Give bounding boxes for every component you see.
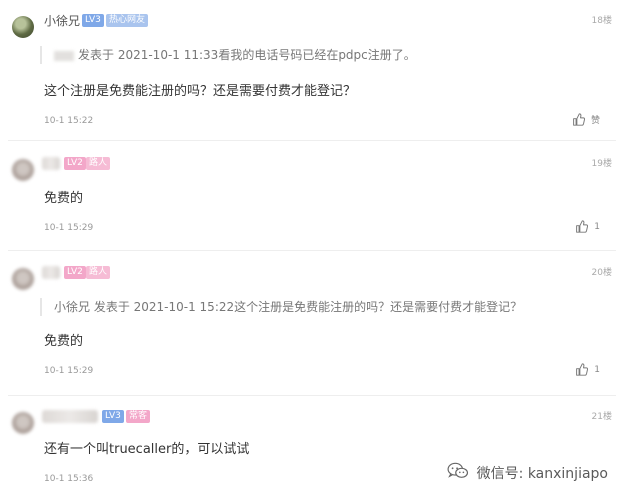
divider (8, 140, 616, 141)
user-tag-badge: 路人 (86, 157, 111, 170)
quote-block: 发表于 2021-10-1 11:33看我的电话号码已经在pdpc注册了。 (40, 46, 416, 64)
user-avatar[interactable] (12, 16, 34, 38)
floor-number: 19楼 (591, 159, 612, 169)
blurred-username (42, 157, 60, 170)
level-badge: LV3 (82, 14, 104, 27)
quote-text: 发表于 2021-10-1 11:33看我的电话号码已经在pdpc注册了。 (78, 48, 416, 62)
floor-number: 20楼 (591, 268, 612, 278)
like-count: 赞 (590, 116, 600, 126)
user-avatar[interactable] (12, 159, 34, 181)
comment-body: 免费的 (44, 191, 84, 206)
wechat-id: 微信号: kanxinjiapo (476, 466, 608, 482)
user-tag-badge: 常客 (126, 410, 151, 423)
divider (8, 395, 616, 396)
floor-number: 21楼 (591, 412, 612, 422)
comment-body: 免费的 (44, 334, 84, 349)
like-button[interactable]: 1 (575, 363, 600, 376)
blurred-username (42, 266, 60, 279)
blurred-username (54, 50, 74, 61)
comment-body: 还有一个叫truecaller的，可以试试 (44, 442, 250, 457)
comment-time: 10-1 15:29 (44, 366, 94, 376)
like-count: 1 (594, 364, 600, 375)
like-button[interactable]: 1 (575, 220, 600, 233)
wechat-icon (447, 462, 469, 484)
floor-number: 18楼 (591, 16, 612, 26)
like-count: 1 (594, 221, 600, 232)
thumbs-up-icon (575, 363, 589, 376)
user-avatar[interactable] (12, 268, 34, 290)
user-tag-badge: 路人 (86, 266, 111, 279)
thumbs-up-icon (572, 113, 585, 126)
level-badge: LV2 (64, 266, 86, 279)
divider (8, 250, 616, 251)
like-button[interactable]: 赞 (572, 113, 600, 126)
comment-body: 这个注册是免费能注册的吗？还是需要付费才能登记？ (44, 84, 357, 99)
quote-block: 小徐兄 发表于 2021-10-1 15:22这个注册是免费能注册的吗？还是需要… (40, 298, 522, 316)
blurred-username (42, 410, 98, 423)
comment-time: 10-1 15:29 (44, 223, 94, 233)
comment-time: 10-1 15:36 (44, 474, 94, 484)
user-tag-badge: 热心网友 (106, 14, 149, 27)
level-badge: LV2 (64, 157, 86, 170)
username[interactable]: 小徐兄 (44, 12, 80, 29)
user-avatar[interactable] (12, 412, 34, 434)
level-badge: LV3 (102, 410, 124, 423)
thumbs-up-icon (575, 220, 589, 233)
quote-text: 小徐兄 发表于 2021-10-1 15:22这个注册是免费能注册的吗？还是需要… (54, 300, 523, 314)
comment-time: 10-1 15:22 (44, 116, 94, 126)
wechat-watermark: 微信号: kanxinjiapo (442, 460, 612, 486)
